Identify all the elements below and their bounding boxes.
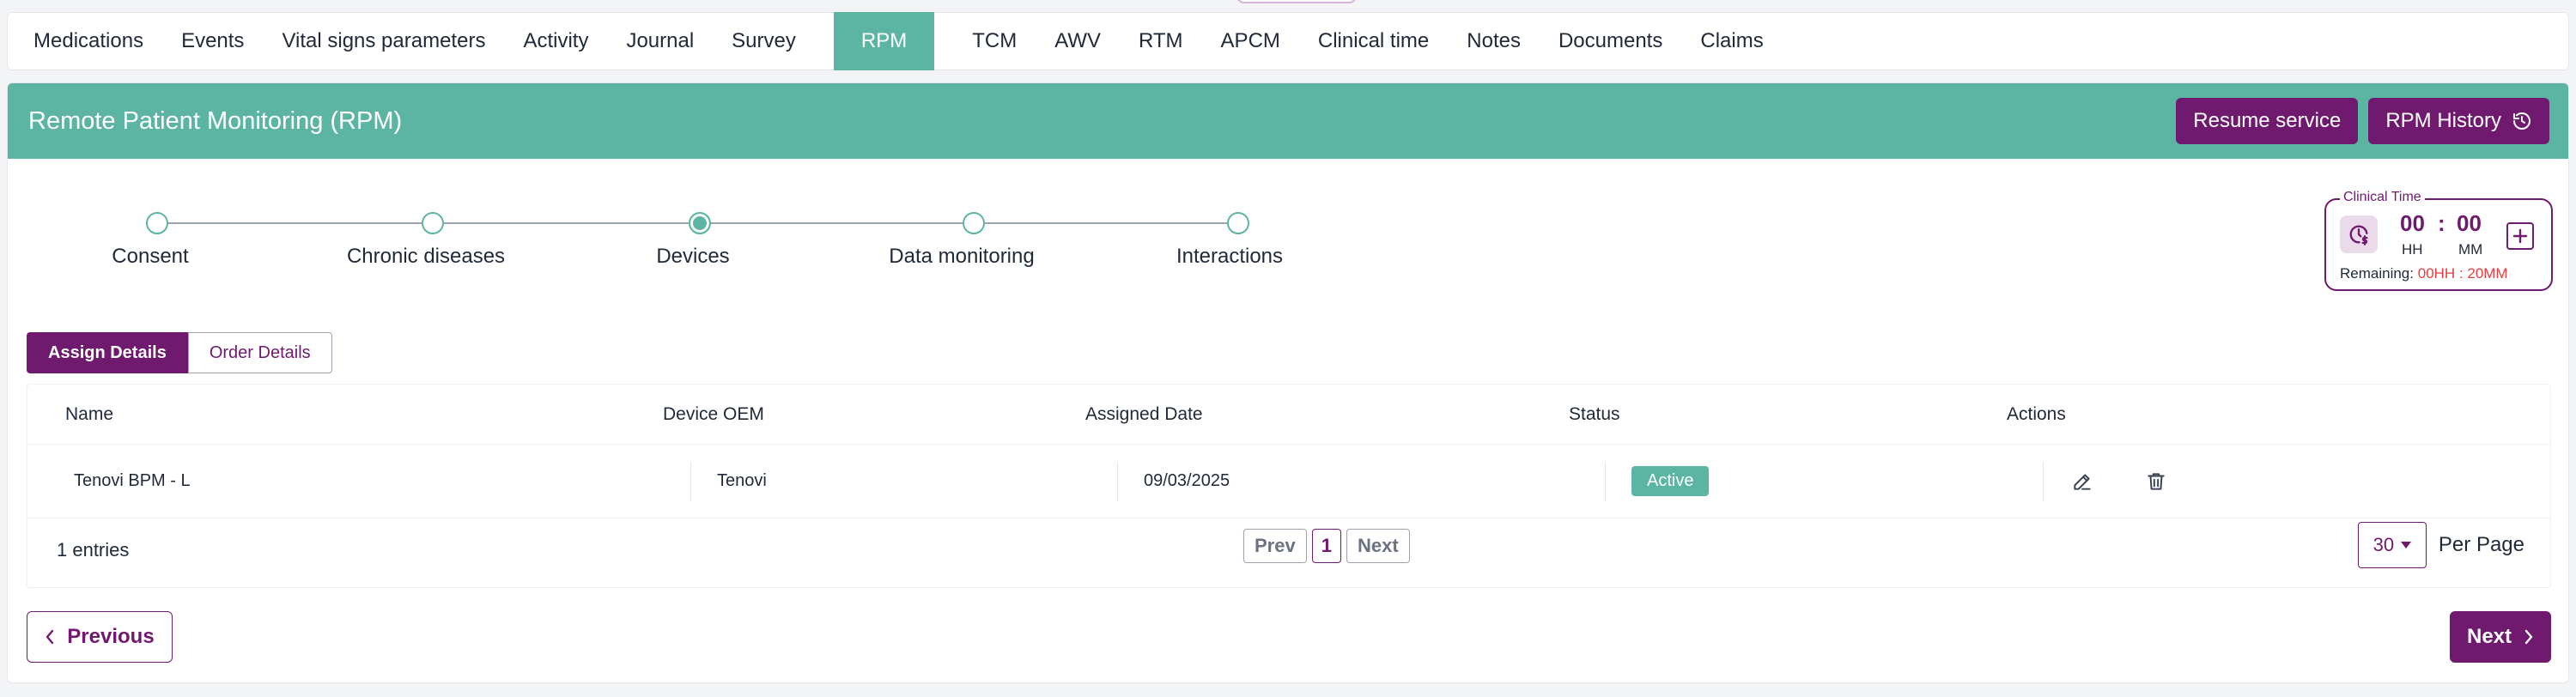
per-page-control: 30 Per Page — [2357, 522, 2524, 568]
per-page-label: Per Page — [2438, 533, 2524, 556]
step-label-interactions: Interactions — [1176, 245, 1284, 268]
tab-awv[interactable]: AWV — [1036, 12, 1120, 70]
tab-claims[interactable]: Claims — [1681, 12, 1782, 70]
rpm-history-label: RPM History — [2385, 109, 2501, 132]
clinical-minutes: 00 — [2457, 210, 2482, 236]
tab-survey[interactable]: Survey — [713, 12, 815, 70]
tab-order-details[interactable]: Order Details — [187, 332, 332, 373]
cell-assigned-date: 09/03/2025 — [1118, 461, 1606, 501]
col-name: Name — [65, 403, 114, 424]
timer-toggle-button[interactable] — [2340, 215, 2378, 253]
previous-label: Previous — [67, 625, 155, 648]
table-footer: 1 entries Prev 1 Next 30 Per Page — [27, 518, 2550, 587]
chevron-right-icon — [2524, 629, 2534, 645]
remaining-value: 00HH : 20MM — [2417, 265, 2508, 282]
plus-icon — [2512, 227, 2529, 245]
header-actions: Resume service RPM History — [2176, 98, 2549, 144]
rpm-header: Remote Patient Monitoring (RPM) Resume s… — [8, 83, 2568, 159]
entries-count: 1 entries — [57, 539, 130, 561]
history-icon — [2512, 111, 2532, 131]
module-tab-bar: Medications Events Vital signs parameter… — [7, 12, 2569, 70]
clock-dollar-icon — [2347, 222, 2371, 246]
step-dot-data-monitoring[interactable] — [963, 212, 985, 234]
tab-rtm[interactable]: RTM — [1120, 12, 1202, 70]
devices-table: Name Device OEM Assigned Date Status Act… — [27, 384, 2551, 588]
col-assigned-date: Assigned Date — [1085, 403, 1203, 424]
step-label-data-monitoring: Data monitoring — [889, 245, 1035, 268]
next-label: Next — [2466, 625, 2512, 648]
col-device-oem: Device OEM — [663, 403, 764, 424]
tab-documents[interactable]: Documents — [1540, 12, 1681, 70]
per-page-select[interactable]: 30 — [2357, 522, 2427, 568]
resume-service-button[interactable]: Resume service — [2176, 98, 2359, 144]
caret-down-icon — [2401, 542, 2412, 549]
rpm-history-button[interactable]: RPM History — [2368, 98, 2549, 144]
per-page-value: 30 — [2372, 534, 2395, 555]
tab-journal[interactable]: Journal — [607, 12, 713, 70]
tab-assign-details[interactable]: Assign Details — [27, 332, 188, 373]
cell-device-oem: Tenovi — [691, 461, 1118, 501]
top-handle — [1236, 0, 1357, 3]
table-header: Name Device OEM Assigned Date Status Act… — [27, 385, 2550, 445]
pagination: Prev 1 Next — [1243, 529, 1410, 563]
clinical-time-widget: Clinical Time 00 : 00 HH MM Remaining: 0… — [2324, 190, 2553, 291]
trash-icon[interactable] — [2145, 470, 2167, 493]
cell-name: Tenovi BPM - L — [27, 461, 691, 501]
step-dot-devices[interactable] — [689, 212, 711, 234]
step-dot-consent[interactable] — [146, 212, 168, 234]
remaining-time: Remaining: 00HH : 20MM — [2340, 265, 2508, 282]
tab-rpm[interactable]: RPM — [833, 12, 935, 70]
rpm-stepper: Consent Chronic diseases Devices Data mo… — [8, 212, 1382, 281]
step-label-chronic-diseases: Chronic diseases — [346, 245, 506, 268]
chevron-left-icon — [45, 629, 55, 645]
col-actions: Actions — [2007, 403, 2066, 424]
cell-status: Active — [1606, 461, 2044, 501]
next-page-button[interactable]: Next — [1346, 529, 1410, 563]
tab-apcm[interactable]: APCM — [1202, 12, 1299, 70]
table-row: Tenovi BPM - L Tenovi 09/03/2025 Active — [27, 445, 2550, 518]
tab-activity[interactable]: Activity — [504, 12, 607, 70]
page-title: Remote Patient Monitoring (RPM) — [28, 106, 403, 135]
cell-actions — [2044, 462, 2524, 501]
step-dot-chronic-diseases[interactable] — [422, 212, 444, 234]
status-badge: Active — [1631, 466, 1710, 496]
hours-unit: HH — [2402, 241, 2423, 258]
clinical-time-legend: Clinical Time — [2340, 190, 2425, 205]
step-label-devices: Devices — [656, 245, 730, 268]
rpm-card: Remote Patient Monitoring (RPM) Resume s… — [7, 82, 2569, 683]
clinical-hours: 00 — [2400, 210, 2425, 236]
next-step-button[interactable]: Next — [2450, 611, 2551, 663]
tab-medications[interactable]: Medications — [27, 12, 162, 70]
edit-icon[interactable] — [2071, 470, 2093, 493]
detail-subtabs: Assign Details Order Details — [27, 332, 332, 373]
col-status: Status — [1569, 403, 1620, 424]
minutes-unit: MM — [2458, 241, 2483, 258]
clinical-separator: : — [2438, 210, 2445, 236]
prev-page-button[interactable]: Prev — [1243, 529, 1307, 563]
remaining-label: Remaining: — [2340, 265, 2414, 282]
page-1-button[interactable]: 1 — [1311, 529, 1341, 563]
tab-clinical-time[interactable]: Clinical time — [1299, 12, 1448, 70]
tab-notes[interactable]: Notes — [1448, 12, 1540, 70]
previous-step-button[interactable]: Previous — [27, 611, 173, 663]
tab-events[interactable]: Events — [162, 12, 263, 70]
tab-vital-signs-parameters[interactable]: Vital signs parameters — [263, 12, 504, 70]
add-time-button[interactable] — [2506, 222, 2534, 250]
resume-service-label: Resume service — [2193, 109, 2342, 132]
step-label-consent: Consent — [112, 245, 189, 268]
tab-tcm[interactable]: TCM — [953, 12, 1036, 70]
step-dot-interactions[interactable] — [1227, 212, 1249, 234]
